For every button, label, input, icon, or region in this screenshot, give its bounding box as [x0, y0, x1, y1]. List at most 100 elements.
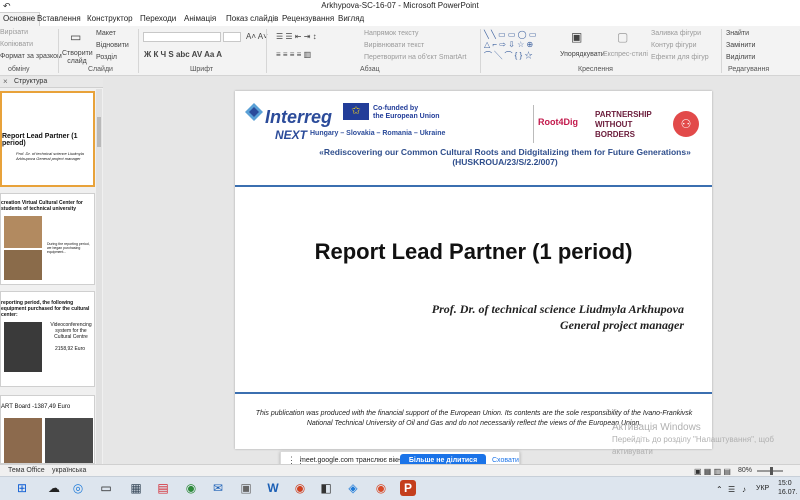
group-divider: [480, 29, 481, 73]
quick-styles-icon: ▢: [617, 30, 629, 44]
scrollbar-thumb[interactable]: [97, 117, 101, 147]
app-icon[interactable]: ▣: [238, 480, 254, 496]
text-direction-button[interactable]: Напрямок тексту: [364, 30, 419, 37]
paragraph-group-label: Абзац: [360, 66, 380, 73]
powerpoint-icon[interactable]: P: [400, 480, 416, 496]
title-bar: ↶ Arkhypova-SC-16-07 - Microsoft PowerPo…: [0, 0, 800, 12]
tab-structure[interactable]: Структура: [14, 78, 47, 85]
keyboard-language[interactable]: УКР: [756, 485, 769, 492]
windows-taskbar: ⊞ ☁ ◎ ▭ ▦ ▤ ◉ ✉ ▣ W ◉ ◧ ◈ ◉ P ⌃ ☰ ♪ УКР …: [0, 476, 800, 500]
slide-thumbnail-2[interactable]: creation Virtual Cultural Center for stu…: [0, 193, 95, 285]
root4dig-logo: Root4Dig: [538, 117, 578, 127]
word-icon[interactable]: W: [265, 480, 281, 496]
slide-thumbnail-4[interactable]: ART Board -1387,49 Euro: [0, 395, 95, 464]
hide-button[interactable]: Сховати: [492, 457, 519, 464]
chrome-profile-icon[interactable]: ◉: [292, 480, 308, 496]
select-button[interactable]: Виділити: [726, 54, 755, 61]
shape-outline-button[interactable]: Контур фігури: [651, 42, 696, 49]
calculator-icon[interactable]: ▦: [128, 480, 144, 496]
tab-insert[interactable]: Вставлення: [37, 14, 81, 23]
folder-icon[interactable]: ▭: [98, 480, 114, 496]
zoom-level[interactable]: 80%: [738, 467, 752, 474]
footer-divider: [235, 392, 712, 394]
weather-icon[interactable]: ☁: [46, 480, 62, 496]
app-icon[interactable]: ◈: [345, 480, 361, 496]
eu-flag-icon: ✩: [343, 103, 369, 120]
language-indicator[interactable]: українська: [52, 467, 86, 474]
shape-fill-button[interactable]: Заливка фігури: [651, 30, 701, 37]
font-name-field[interactable]: [143, 32, 221, 42]
tab-home[interactable]: Основне: [0, 12, 41, 26]
ribbon-tabs: Основне Вставлення Конструктор Переходи …: [0, 12, 800, 26]
replace-button[interactable]: Замінити: [726, 42, 755, 49]
tab-review[interactable]: Рецензування: [282, 14, 334, 23]
grow-font-icon[interactable]: A˄ A˅: [246, 32, 268, 41]
network-icon[interactable]: ☰: [728, 485, 735, 494]
thumb-subtitle: Prof. Dr. of technical science Liudmyla …: [16, 151, 84, 161]
close-panel-icon[interactable]: ×: [3, 77, 8, 86]
app-icon[interactable]: ◧: [318, 480, 334, 496]
slide-title[interactable]: Report Lead Partner (1 period): [235, 239, 712, 265]
shapes-gallery[interactable]: ╲ ╲ ▭ ▭ ◯ ▭ △ ⌐ ⇨ ⇩ ☆ ⊕ ⌒ ╲ ⌒ { } ☆: [484, 30, 552, 64]
partnership-icon: ⚇: [673, 111, 699, 137]
thumb-photo: [4, 322, 42, 372]
author-role[interactable]: General project manager: [560, 318, 684, 333]
reset-button[interactable]: Відновити: [96, 42, 129, 49]
align-icons[interactable]: ≡ ≡ ≡ ≡ ▥: [276, 50, 311, 59]
thumb-title: ART Board -1387,49 Euro: [1, 404, 71, 410]
panel-header: × Структура: [0, 77, 103, 88]
interreg-logo-icon: [243, 101, 265, 123]
align-text-button[interactable]: Вирівнювати текст: [364, 42, 424, 49]
eu-cofunded-text: Co-funded by the European Union: [373, 105, 440, 120]
thumb-title: creation Virtual Cultural Center for stu…: [1, 200, 83, 212]
author-name[interactable]: Prof. Dr. of technical science Liudmyla …: [432, 302, 684, 317]
quick-styles-button[interactable]: Експрес-стилі: [603, 51, 648, 58]
interreg-logo: Interreg: [265, 107, 333, 127]
copy-button[interactable]: Копіювати: [0, 41, 33, 48]
group-divider: [266, 29, 267, 73]
system-clock[interactable]: 15:0 16.07.: [778, 479, 797, 497]
new-slide-button[interactable]: Створити слайд: [62, 50, 93, 66]
edge-icon[interactable]: ◎: [70, 480, 86, 496]
mail-icon[interactable]: ✉: [210, 480, 226, 496]
app-icon[interactable]: ◉: [373, 480, 389, 496]
tab-slideshow[interactable]: Показ слайдів: [226, 14, 278, 23]
app-icon[interactable]: ▤: [155, 480, 171, 496]
thumb-title: reporting period, the following equipmen…: [1, 300, 90, 318]
zoom-slider-knob[interactable]: [770, 467, 773, 475]
list-icons[interactable]: ☰ ☰ ⇤ ⇥ ↕: [276, 32, 317, 41]
smartart-button[interactable]: Перетворити на об'єкт SmartArt: [364, 54, 467, 61]
new-slide-icon: ▭: [70, 30, 82, 44]
layout-button[interactable]: Макет: [96, 30, 116, 37]
tab-view[interactable]: Вигляд: [338, 14, 364, 23]
font-format-icons[interactable]: Ж К Ч S abc AV Aa A: [144, 50, 222, 59]
windows-activation-watermark: Активація Windows Перейдіть до розділу "…: [612, 422, 774, 456]
find-button[interactable]: Знайти: [726, 30, 749, 37]
slide-thumbnail-3[interactable]: reporting period, the following equipmen…: [0, 291, 95, 387]
view-buttons-icons[interactable]: ▣ ▦ ▥ ▤: [694, 467, 731, 476]
volume-icon[interactable]: ♪: [742, 485, 746, 494]
group-divider: [721, 29, 722, 73]
cut-button[interactable]: Вирізати: [0, 29, 28, 36]
thumb-photo: [4, 216, 42, 248]
chrome-icon[interactable]: ◉: [183, 480, 199, 496]
ribbon: Вирізати Копіювати Формат за зразком обм…: [0, 26, 800, 76]
section-button[interactable]: Розділ: [96, 54, 117, 61]
font-size-field[interactable]: [223, 32, 241, 42]
countries-text: Hungary – Slovakia – Romania – Ukraine: [310, 130, 446, 137]
group-divider: [138, 29, 139, 73]
tab-design[interactable]: Конструктор: [87, 14, 133, 23]
slide-canvas[interactable]: Interreg NEXT Hungary – Slovakia – Roman…: [235, 91, 712, 449]
tab-animations[interactable]: Анімація: [184, 14, 216, 23]
font-group-label: Шрифт: [190, 66, 214, 73]
arrange-button[interactable]: Упорядкувати: [560, 51, 605, 58]
start-icon[interactable]: ⊞: [14, 480, 30, 496]
slide-thumbnail-1[interactable]: Report Lead Partner (1 period) Prof. Dr.…: [0, 91, 95, 187]
panel-scrollbar[interactable]: [96, 89, 102, 464]
tab-transitions[interactable]: Переходи: [140, 14, 176, 23]
status-bar: Тема Office українська ▣ ▦ ▥ ▤ 80%: [0, 464, 800, 476]
shape-effects-button[interactable]: Ефекти для фігур: [651, 54, 709, 61]
thumb-title: Report Lead Partner (1 period): [2, 133, 78, 147]
format-painter-button[interactable]: Формат за зразком: [0, 53, 62, 60]
tray-arrow-icon[interactable]: ⌃: [716, 485, 723, 494]
